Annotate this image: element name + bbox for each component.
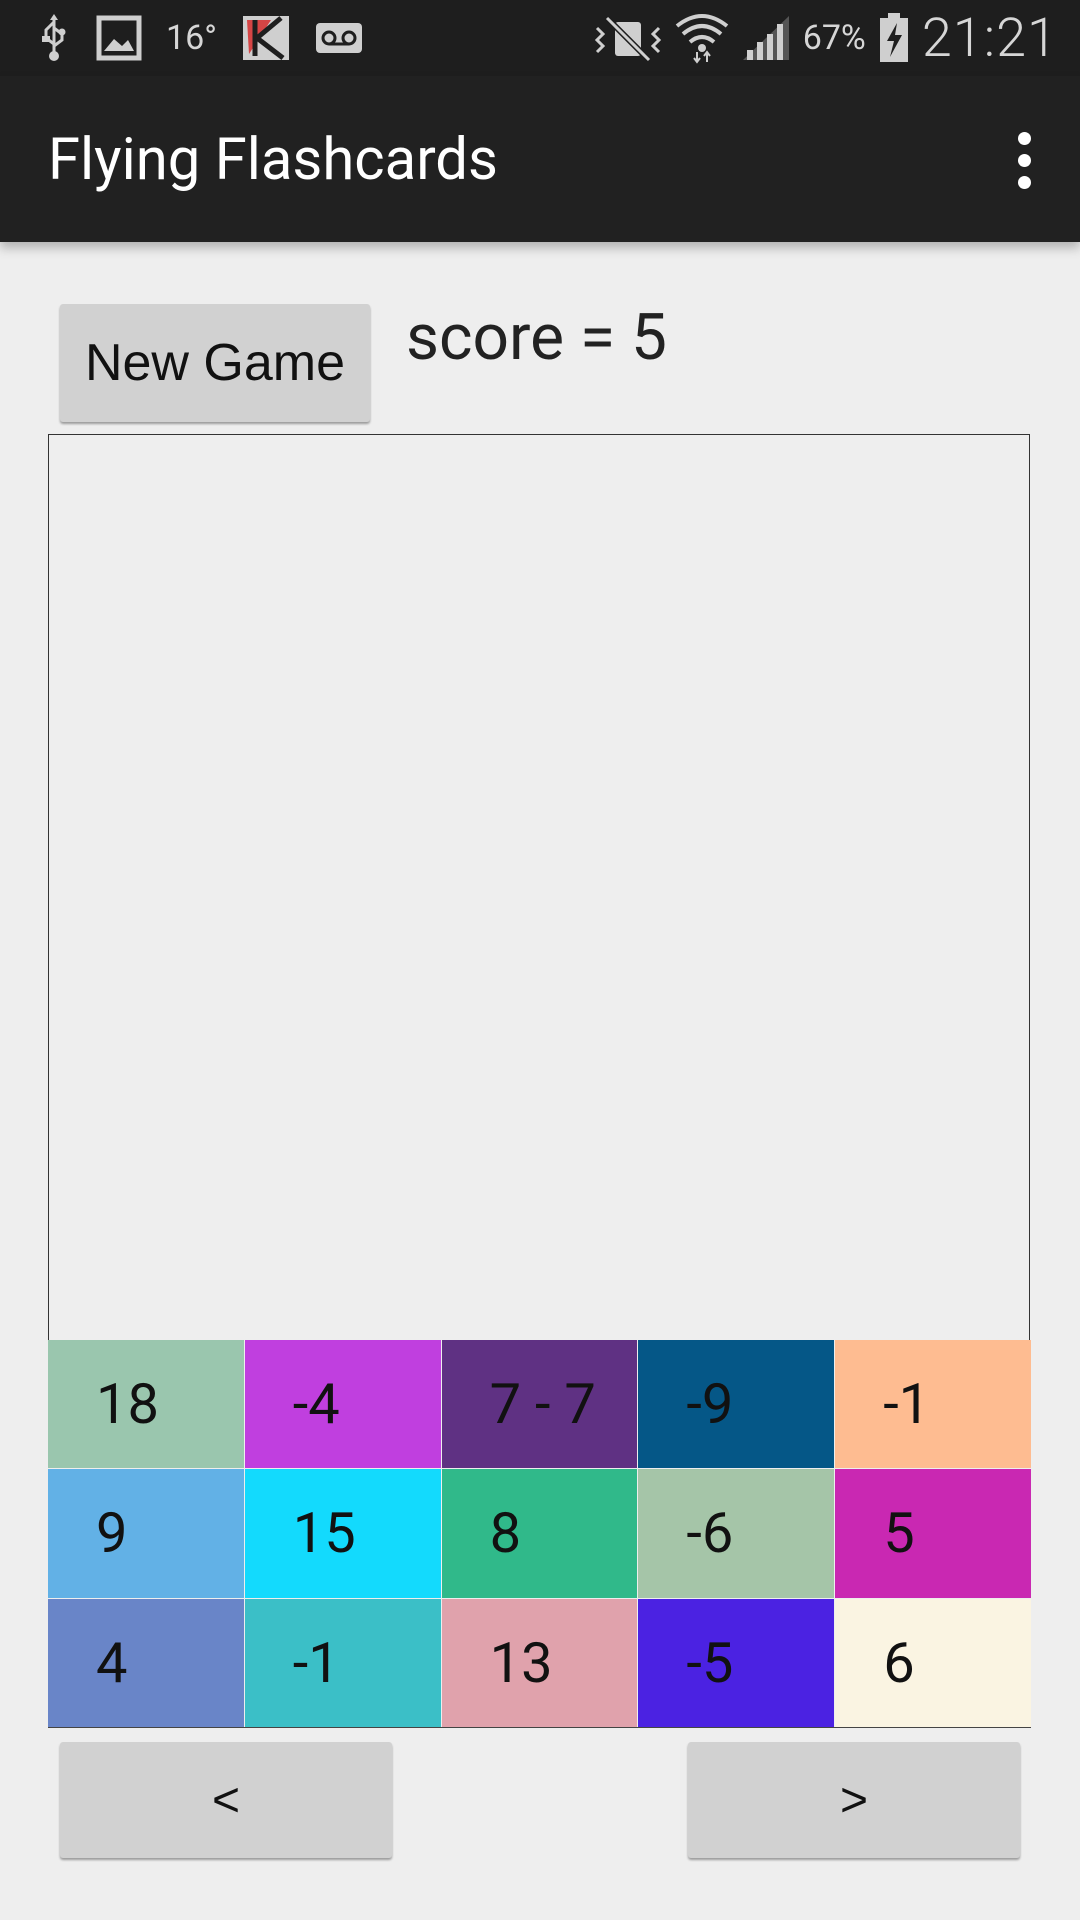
new-game-button[interactable]: New Game [60, 304, 370, 422]
gallery-icon [96, 14, 142, 62]
score-label: score = 5 [406, 300, 667, 375]
voicemail-icon [315, 14, 363, 62]
battery-percent: 67% [802, 18, 866, 58]
answer-card[interactable]: 5 [835, 1469, 1031, 1598]
overflow-dot [1017, 153, 1031, 167]
overflow-menu-icon[interactable] [992, 120, 1056, 200]
status-icons-left: 16° [36, 12, 363, 64]
answer-card[interactable]: 13 [441, 1598, 638, 1727]
app-title: Flying Flashcards [48, 126, 498, 194]
overflow-dot [1017, 175, 1031, 189]
answer-card[interactable]: -1 [835, 1340, 1031, 1469]
previous-button[interactable]: < [60, 1742, 392, 1858]
answer-card[interactable]: 18 [48, 1340, 244, 1469]
answer-card[interactable]: 15 [244, 1469, 441, 1598]
wifi-icon [675, 14, 729, 64]
play-area[interactable] [48, 434, 1030, 1340]
answer-card[interactable]: 9 [48, 1469, 244, 1598]
mute-icon [593, 14, 663, 62]
answer-card[interactable]: -6 [638, 1469, 835, 1598]
temperature-text: 16° [166, 18, 217, 58]
signal-icon [741, 14, 791, 62]
answer-card[interactable]: -9 [638, 1340, 835, 1469]
answer-card[interactable]: -5 [638, 1598, 835, 1727]
card-grid: 18 -4 7 - 7 -9 -1 9 15 8 -6 5 4 -1 13 -5… [48, 1340, 1031, 1727]
answer-card[interactable]: 7 - 7 [441, 1340, 638, 1469]
overflow-dot [1017, 131, 1031, 145]
kaspersky-icon [241, 14, 291, 62]
action-bar: Flying Flashcards [0, 76, 1080, 242]
battery-icon [878, 13, 910, 62]
answer-card[interactable]: -1 [244, 1598, 441, 1727]
status-bar: 16° 67% 21:21 [0, 0, 1080, 76]
answer-card[interactable]: 6 [835, 1598, 1031, 1727]
status-icons-right: 67% 21:21 [593, 6, 1058, 70]
clock: 21:21 [921, 6, 1058, 70]
next-button[interactable]: > [688, 1742, 1020, 1858]
usb-icon [36, 14, 72, 62]
answer-card[interactable]: -4 [244, 1340, 441, 1469]
grid-divider [48, 1727, 1031, 1728]
answer-card[interactable]: 8 [441, 1469, 638, 1598]
answer-card[interactable]: 4 [48, 1598, 244, 1727]
